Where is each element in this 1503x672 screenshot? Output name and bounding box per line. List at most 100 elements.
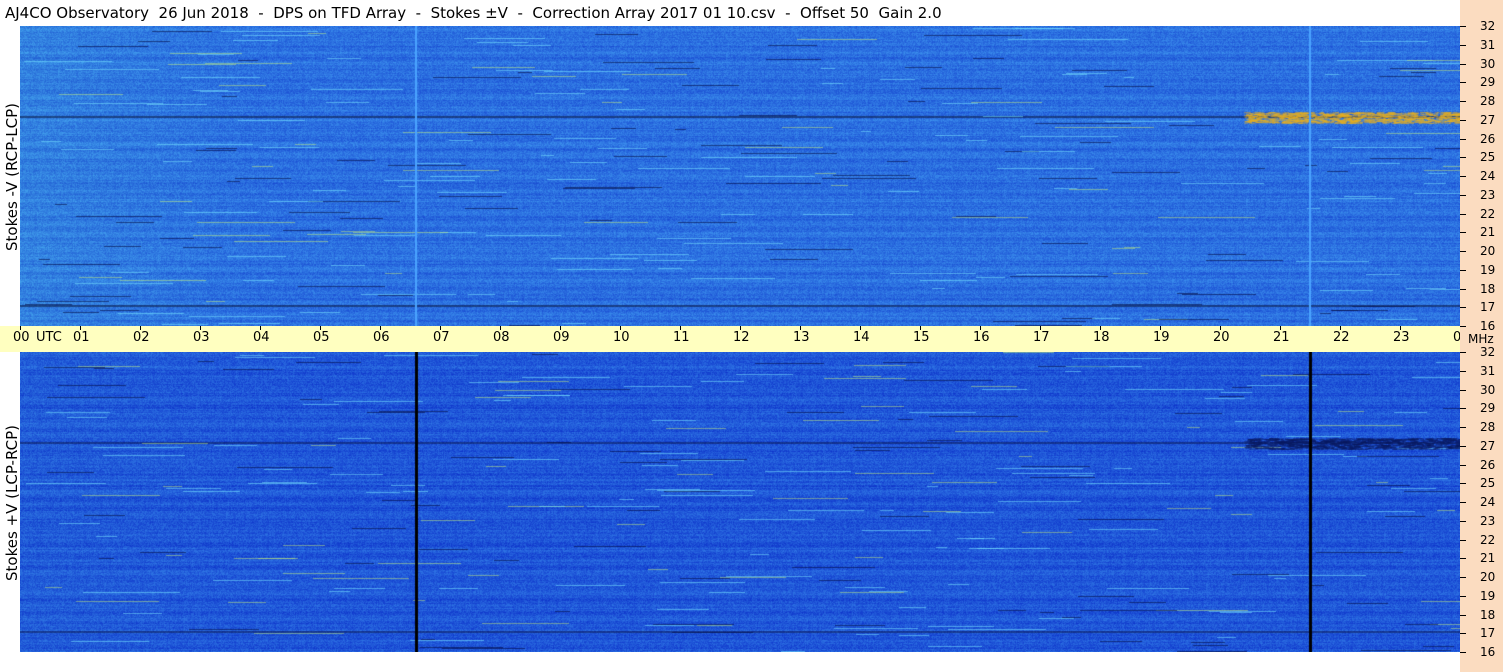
utc-tick-mark [20, 326, 21, 330]
utc-tick-label: 11 [673, 330, 690, 345]
mhz-tick-label: 18 [1480, 608, 1496, 622]
mhz-tick-label: 30 [1480, 57, 1496, 71]
utc-tick-label: 23 [1393, 330, 1410, 345]
mhz-tick-mark [1460, 270, 1466, 271]
utc-tick-mark [140, 326, 141, 330]
utc-tick-label: 09 [553, 330, 570, 345]
mhz-tick-label: 29 [1480, 75, 1496, 89]
mhz-tick-mark [1460, 289, 1466, 290]
mhz-tick-mark [1460, 232, 1466, 233]
mhz-tick-mark [1460, 82, 1466, 83]
spectrogram-bottom-panel [20, 352, 1460, 652]
mhz-tick-mark [1460, 408, 1466, 409]
utc-tick-mark [620, 326, 621, 330]
utc-tick-label: 16 [973, 330, 990, 345]
mhz-tick-label: 23 [1480, 188, 1496, 202]
mhz-tick-mark [1460, 615, 1466, 616]
mhz-tick-label: 26 [1480, 132, 1496, 146]
mhz-tick-label: 23 [1480, 514, 1496, 528]
mhz-tick-mark [1460, 251, 1466, 252]
utc-tick-label: 22 [1333, 330, 1350, 345]
mhz-tick-label: 17 [1480, 300, 1496, 314]
utc-tick-label: 14 [853, 330, 870, 345]
mhz-tick-label: 22 [1480, 533, 1496, 547]
mhz-tick-mark [1460, 195, 1466, 196]
mhz-tick-label: 31 [1480, 38, 1496, 52]
mhz-tick-label: 20 [1480, 244, 1496, 258]
utc-tick-mark [800, 326, 801, 330]
utc-tick-label: 10 [613, 330, 630, 345]
mhz-tick-mark [1460, 26, 1466, 27]
mhz-tick-label: 16 [1480, 645, 1496, 659]
mhz-tick-mark [1460, 446, 1466, 447]
mhz-tick-mark [1460, 652, 1466, 653]
mhz-tick-label: 21 [1480, 551, 1496, 565]
utc-tick-mark [500, 326, 501, 330]
utc-tick-label: 01 [73, 330, 90, 345]
mhz-tick-mark [1460, 540, 1466, 541]
mhz-tick-mark [1460, 633, 1466, 634]
utc-tick-mark [440, 326, 441, 330]
utc-tick-mark [1280, 326, 1281, 330]
mhz-tick-label: 31 [1480, 364, 1496, 378]
spectrogram-top-panel [20, 26, 1460, 326]
utc-tick-label: 15 [913, 330, 930, 345]
utc-tick-label: 18 [1093, 330, 1110, 345]
mhz-tick-mark [1460, 596, 1466, 597]
utc-tick-label: 17 [1033, 330, 1050, 345]
mhz-tick-mark [1460, 214, 1466, 215]
utc-unit-label: UTC [36, 330, 62, 345]
mhz-tick-label: 22 [1480, 207, 1496, 221]
mhz-tick-mark [1460, 64, 1466, 65]
mhz-tick-label: 32 [1480, 19, 1496, 33]
spectrogram-top-canvas [20, 26, 1460, 326]
mhz-tick-label: 19 [1480, 263, 1496, 277]
utc-tick-mark [320, 326, 321, 330]
mhz-tick-label: 32 [1480, 345, 1496, 359]
utc-tick-label: 20 [1213, 330, 1230, 345]
utc-tick-label: 00 [13, 330, 30, 345]
mhz-tick-label: 25 [1480, 150, 1496, 164]
mhz-tick-mark [1460, 465, 1466, 466]
mhz-tick-mark [1460, 521, 1466, 522]
mhz-tick-mark [1460, 45, 1466, 46]
utc-tick-label: 04 [253, 330, 270, 345]
mhz-tick-mark [1460, 502, 1466, 503]
utc-tick-label: 12 [733, 330, 750, 345]
mhz-tick-mark [1460, 483, 1466, 484]
mhz-tick-label: 24 [1480, 169, 1496, 183]
mhz-tick-mark [1460, 577, 1466, 578]
utc-tick-label: 19 [1153, 330, 1170, 345]
mhz-unit-label: MHz [1468, 332, 1494, 346]
utc-time-axis: 00 UTC 01 02 03 04 05 06 07 08 09 10 11 12 13 14 15 16 17 1… [0, 326, 1470, 352]
utc-tick-mark [980, 326, 981, 330]
mhz-tick-mark [1460, 558, 1466, 559]
utc-tick-mark [1220, 326, 1221, 330]
mhz-tick-label: 20 [1480, 570, 1496, 584]
utc-tick-label: 07 [433, 330, 450, 345]
utc-tick-mark [860, 326, 861, 330]
utc-tick-mark [200, 326, 201, 330]
utc-tick-mark [740, 326, 741, 330]
mhz-tick-label: 16 [1480, 319, 1496, 333]
mhz-tick-label: 29 [1480, 401, 1496, 415]
spectrogram-bottom-canvas [20, 352, 1460, 652]
mhz-tick-label: 28 [1480, 420, 1496, 434]
utc-tick-mark [380, 326, 381, 330]
mhz-tick-label: 30 [1480, 383, 1496, 397]
mhz-tick-label: 26 [1480, 458, 1496, 472]
mhz-tick-label: 19 [1480, 589, 1496, 603]
utc-tick-label: 02 [133, 330, 150, 345]
mhz-tick-mark [1460, 139, 1466, 140]
mhz-tick-mark [1460, 326, 1466, 327]
utc-tick-mark [260, 326, 261, 330]
utc-tick-label: 05 [313, 330, 330, 345]
mhz-tick-mark [1460, 352, 1466, 353]
mhz-tick-mark [1460, 157, 1466, 158]
utc-tick-mark [1100, 326, 1101, 330]
mhz-tick-label: 27 [1480, 113, 1496, 127]
utc-tick-label: 03 [193, 330, 210, 345]
utc-tick-mark [1040, 326, 1041, 330]
mhz-tick-label: 28 [1480, 94, 1496, 108]
bottom-panel-ylabel: Stokes +V (LCP-RCP) [3, 425, 21, 581]
